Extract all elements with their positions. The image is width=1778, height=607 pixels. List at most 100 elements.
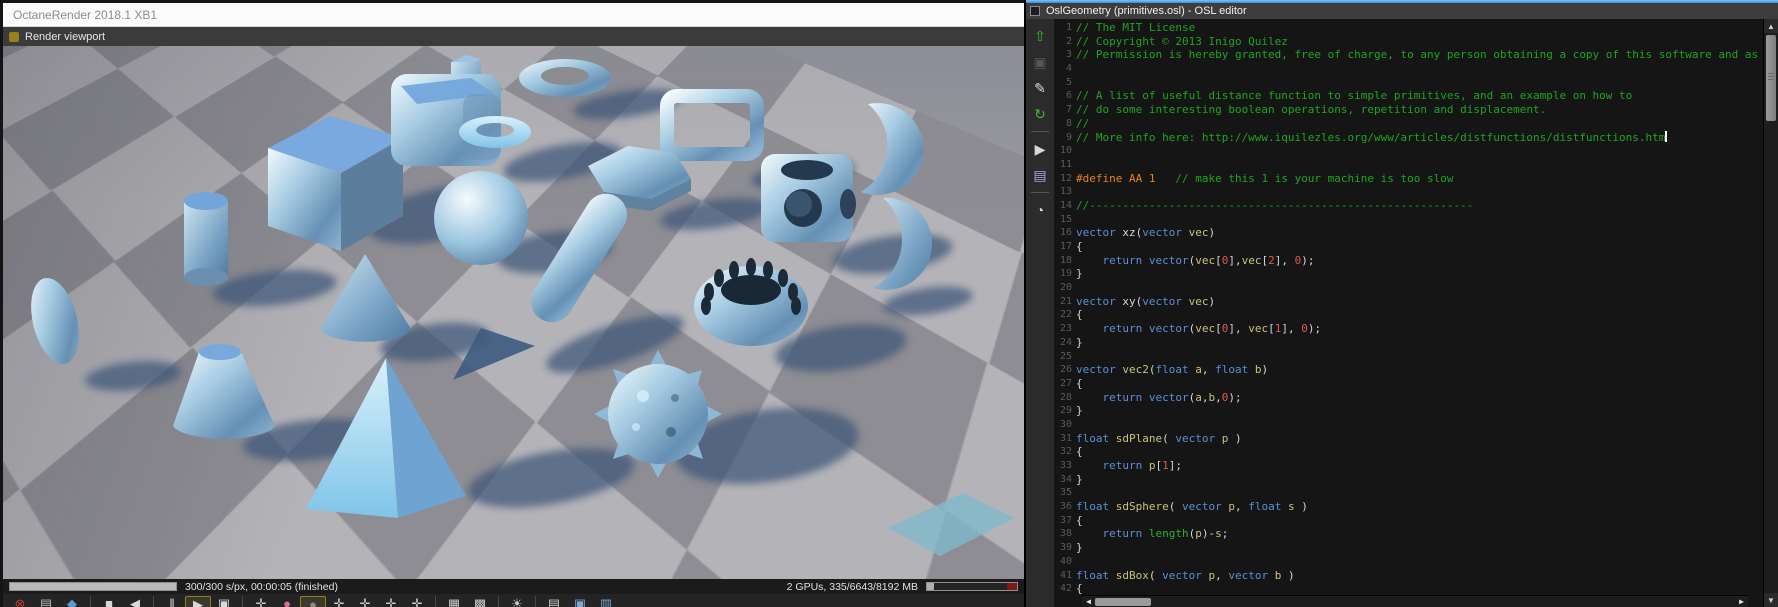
code-line[interactable]: 3// Permission is hereby granted, free o… xyxy=(1054,48,1763,62)
code-lines[interactable]: 1// The MIT License 2// Copyright © 2013 … xyxy=(1054,19,1763,596)
edit-script-icon[interactable]: ✎ xyxy=(1029,76,1051,100)
code-line[interactable]: 8// xyxy=(1054,117,1763,131)
line-number: 35 xyxy=(1059,487,1072,499)
line-number: 31 xyxy=(1059,432,1072,444)
code-line[interactable]: 21 vector xy(vector vec) xyxy=(1054,295,1763,309)
primitive-disc xyxy=(31,277,79,365)
text-cursor xyxy=(1665,130,1668,142)
render-viewport-tab-label[interactable]: Render viewport xyxy=(25,31,105,43)
code-line[interactable]: 12 #define AA 1 // make this 1 is your ma… xyxy=(1054,172,1763,186)
code-line[interactable]: 38 return length(p)-s; xyxy=(1054,527,1763,541)
code-line[interactable]: 31 float sdPlane( vector p ) xyxy=(1054,432,1763,446)
timer-icon[interactable]: ◔ xyxy=(1029,198,1051,222)
code-editor[interactable]: 1// The MIT License 2// Copyright © 2013 … xyxy=(1054,19,1763,607)
toolbar-divider xyxy=(1031,131,1049,132)
code-line[interactable]: 17{ xyxy=(1054,240,1763,254)
code-line[interactable]: 32{ xyxy=(1054,445,1763,459)
line-number: 16 xyxy=(1059,227,1072,239)
scroll-right-icon[interactable]: ▶ xyxy=(1735,597,1748,606)
line-number: 1 xyxy=(1065,22,1072,33)
load-script-icon[interactable]: ⇧ xyxy=(1029,24,1051,48)
pick-white-balance-icon[interactable]: ✛ xyxy=(326,596,352,607)
code-line[interactable]: 26 vector vec2(float a, float b) xyxy=(1054,363,1763,377)
code-line[interactable]: 16 vector xz(vector vec) xyxy=(1054,226,1763,240)
code-line[interactable]: 24} xyxy=(1054,336,1763,350)
code-line[interactable]: 19} xyxy=(1054,267,1763,281)
line-number: 41 xyxy=(1059,569,1072,581)
code-line[interactable]: 1// The MIT License xyxy=(1054,21,1763,35)
viewport-settings-icon[interactable]: ▥ xyxy=(593,596,619,607)
scroll-up-icon[interactable]: ▲ xyxy=(1764,19,1778,33)
horizontal-scrollbar-thumb[interactable] xyxy=(1095,597,1151,606)
film-region-icon[interactable]: ▩ xyxy=(467,596,493,607)
pick-object-icon[interactable]: ● xyxy=(300,596,326,607)
vertical-scrollbar-thumb[interactable] xyxy=(1766,35,1776,121)
line-number: 5 xyxy=(1065,76,1072,88)
code-line[interactable]: 11 xyxy=(1054,158,1763,172)
code-line[interactable]: 29} xyxy=(1054,404,1763,418)
render-region-icon[interactable]: ▦ xyxy=(441,596,467,607)
code-line[interactable]: 37{ xyxy=(1054,514,1763,528)
primitive-cone xyxy=(320,254,411,342)
pick-aperture-icon[interactable]: ✛ xyxy=(378,596,404,607)
line-number: 7 xyxy=(1065,104,1072,116)
pick-material-icon[interactable]: ● xyxy=(274,596,300,607)
code-line[interactable]: 28 return vector(a,b,0); xyxy=(1054,391,1763,405)
material-ball-icon[interactable]: ◆ xyxy=(59,596,85,607)
pick-camera-target-icon[interactable]: ✛ xyxy=(352,596,378,607)
code-line[interactable]: 22{ xyxy=(1054,308,1763,322)
pick-focus-icon[interactable]: ✛ xyxy=(248,596,274,607)
reload-script-icon[interactable]: ↻ xyxy=(1029,102,1051,126)
primitive-crescent-1 xyxy=(861,103,924,196)
code-line[interactable]: 23 return vector(vec[0], vec[1], 0); xyxy=(1054,322,1763,336)
code-line[interactable]: 6// A list of useful distance function t… xyxy=(1054,89,1763,103)
compile-run-icon[interactable]: ▶ xyxy=(1029,137,1051,161)
render-viewport-canvas[interactable] xyxy=(3,46,1024,579)
restart-icon[interactable]: ◀ xyxy=(122,596,148,607)
code-line[interactable]: 15 xyxy=(1054,213,1763,227)
code-line[interactable]: 42{ xyxy=(1054,582,1763,596)
code-line[interactable]: 39} xyxy=(1054,541,1763,555)
scroll-left-icon[interactable]: ◀ xyxy=(1082,597,1095,606)
code-line[interactable]: 5 xyxy=(1054,76,1763,90)
code-line[interactable]: 27{ xyxy=(1054,377,1763,391)
pick-region-icon[interactable]: ✛ xyxy=(404,596,430,607)
scroll-down-icon[interactable]: ▼ xyxy=(1764,593,1778,607)
osl-title-checkbox[interactable] xyxy=(1030,6,1040,16)
code-line[interactable]: 14//------------------------------------… xyxy=(1054,199,1763,213)
primitive-flat-quad xyxy=(888,493,1015,556)
code-line[interactable]: 7// do some interesting boolean operatio… xyxy=(1054,103,1763,117)
viewport-lock-icon[interactable]: ▣ xyxy=(211,596,237,607)
clay-mode-icon[interactable]: ▤ xyxy=(541,596,567,607)
subsample-icon[interactable]: ☀ xyxy=(504,596,530,607)
code-line[interactable]: 20 xyxy=(1054,281,1763,295)
vertical-scrollbar[interactable]: ▲ ▼ xyxy=(1763,19,1778,607)
code-line[interactable]: 34} xyxy=(1054,473,1763,487)
save-image-icon[interactable]: ▣ xyxy=(567,596,593,607)
code-line[interactable]: 35 xyxy=(1054,486,1763,500)
code-line[interactable]: 36 float sdSphere( vector p, float s ) xyxy=(1054,500,1763,514)
code-line[interactable]: 33 return p[1]; xyxy=(1054,459,1763,473)
code-line[interactable]: 40 xyxy=(1054,555,1763,569)
code-line[interactable]: 2// Copyright © 2013 Inigo Quilez xyxy=(1054,35,1763,49)
code-line[interactable]: 18 return vector(vec[0],vec[2], 0); xyxy=(1054,254,1763,268)
play-icon[interactable]: ▶ xyxy=(185,596,211,607)
code-line[interactable]: 30 xyxy=(1054,418,1763,432)
export-icon[interactable]: ▤ xyxy=(33,596,59,607)
line-number: 6 xyxy=(1065,90,1072,102)
line-number: 22 xyxy=(1059,309,1072,321)
code-line[interactable]: 41 float sdBox( vector p, vector b ) xyxy=(1054,569,1763,583)
code-line[interactable]: 4 xyxy=(1054,62,1763,76)
stop-icon[interactable]: ■ xyxy=(96,596,122,607)
discard-icon[interactable]: ⊗ xyxy=(7,596,33,607)
line-number: 2 xyxy=(1065,35,1072,47)
code-line[interactable]: 25 xyxy=(1054,350,1763,364)
code-line[interactable]: 9// More info here: http://www.iquilezle… xyxy=(1054,130,1763,145)
pause-icon[interactable]: ‖ xyxy=(159,596,185,607)
render-progress-text: 300/300 s/px, 00:00:05 (finished) xyxy=(185,580,338,593)
line-number: 39 xyxy=(1059,542,1072,554)
code-line[interactable]: 13 xyxy=(1054,185,1763,199)
horizontal-scrollbar[interactable]: ◀ ▶ xyxy=(1082,595,1748,607)
code-line[interactable]: 10 xyxy=(1054,144,1763,158)
paste-icon[interactable]: ▤ xyxy=(1029,163,1051,187)
